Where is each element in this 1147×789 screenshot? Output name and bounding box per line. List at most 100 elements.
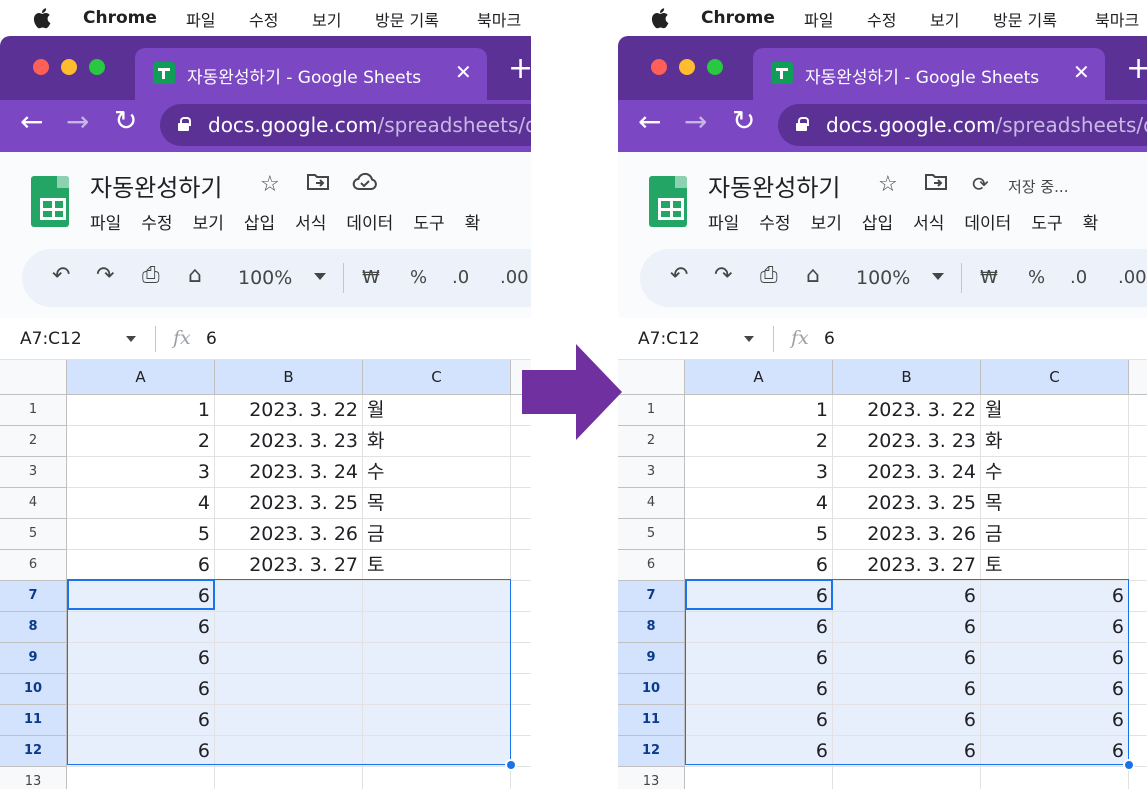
grid-cell[interactable]: 1 [685,395,833,426]
grid-cell[interactable] [511,612,531,643]
reload-icon[interactable]: ↻ [114,107,137,135]
grid-cell[interactable] [511,519,531,550]
select-all-corner[interactable] [618,360,685,395]
grid-cell[interactable]: 6 [981,612,1129,643]
grid-cell[interactable] [215,736,363,767]
sheets-logo-icon[interactable] [649,176,687,227]
grid-cell[interactable]: 6 [67,581,215,612]
grid-cell[interactable]: 6 [685,736,833,767]
window-minimize-button[interactable] [679,59,695,75]
paint-format-icon[interactable]: ⌂ [188,265,202,287]
grid-cell[interactable]: 2023. 3. 22 [833,395,981,426]
new-tab-icon[interactable]: + [508,54,531,84]
row-header[interactable]: 4 [618,488,685,519]
undo-icon[interactable]: ↶ [670,265,688,287]
grid-cell[interactable] [511,705,531,736]
sheets-menu-item[interactable]: 서식 [913,209,944,234]
menubar-item[interactable]: 북마크 [477,7,521,31]
menubar-item[interactable]: 파일 [804,7,833,31]
row-header[interactable]: 10 [618,674,685,705]
increase-decimal-button[interactable]: .00 [1118,267,1147,288]
apple-icon[interactable] [651,7,669,29]
grid-cell[interactable]: 6 [685,612,833,643]
row-header[interactable]: 2 [0,426,67,457]
grid-cell[interactable] [833,767,981,789]
grid-cell[interactable] [511,643,531,674]
window-close-button[interactable] [651,59,667,75]
document-title[interactable]: 자동완성하기 [708,168,840,203]
forward-arrow-icon[interactable]: → [684,108,707,136]
row-header[interactable]: 11 [618,705,685,736]
name-box-dropdown-icon[interactable] [126,336,136,342]
row-header[interactable]: 13 [618,767,685,789]
menubar-item[interactable]: 파일 [186,7,215,31]
grid-cell[interactable]: 6 [685,705,833,736]
grid-cell[interactable] [511,488,531,519]
decrease-decimal-button[interactable]: .0 [1070,267,1087,288]
row-header[interactable]: 1 [618,395,685,426]
grid-cell[interactable] [511,581,531,612]
row-header[interactable]: 8 [0,612,67,643]
column-header[interactable]: B [215,360,363,395]
sheets-menu-item[interactable]: 수정 [141,209,172,234]
grid-cell[interactable]: 6 [67,550,215,581]
zoom-select[interactable]: 100% [238,267,292,289]
menubar-item[interactable]: 보기 [930,7,959,31]
grid-cell[interactable] [1129,550,1147,581]
new-tab-icon[interactable]: + [1126,54,1147,84]
grid-cell[interactable]: 목 [363,488,511,519]
grid-cell[interactable]: 4 [67,488,215,519]
grid-cell[interactable] [215,581,363,612]
name-box-dropdown-icon[interactable] [744,336,754,342]
row-header[interactable]: 3 [0,457,67,488]
grid-cell[interactable] [363,612,511,643]
grid-cell[interactable]: 6 [981,705,1129,736]
grid-cell[interactable] [215,612,363,643]
grid-cell[interactable]: 6 [67,612,215,643]
sheets-menu-item[interactable]: 데이터 [346,209,393,234]
window-zoom-button[interactable] [89,59,105,75]
grid-cell[interactable]: 6 [833,736,981,767]
browser-tab[interactable]: 자동완성하기 - Google Sheets ✕ [753,48,1105,100]
grid-cell[interactable]: 2023. 3. 26 [215,519,363,550]
sheets-menu-item[interactable]: 삽입 [244,209,275,234]
grid-cell[interactable] [685,767,833,789]
grid-cell[interactable] [363,767,511,789]
row-header[interactable]: 2 [618,426,685,457]
row-header[interactable]: 12 [618,736,685,767]
currency-format-button[interactable]: ₩ [980,267,998,288]
row-header[interactable]: 6 [0,550,67,581]
grid-cell[interactable] [511,550,531,581]
grid-cell[interactable]: 6 [833,674,981,705]
formula-input[interactable]: 6 [824,329,835,349]
browser-tab[interactable]: 자동완성하기 - Google Sheets ✕ [135,48,487,100]
grid-cell[interactable] [363,674,511,705]
grid-cell[interactable]: 6 [833,581,981,612]
grid-cell[interactable]: 2023. 3. 23 [833,426,981,457]
row-header[interactable]: 11 [0,705,67,736]
row-header[interactable]: 1 [0,395,67,426]
grid-cell[interactable] [363,643,511,674]
column-header[interactable]: B [833,360,981,395]
row-header[interactable]: 9 [618,643,685,674]
grid-cell[interactable] [1129,612,1147,643]
grid-cell[interactable]: 6 [685,550,833,581]
grid-cell[interactable]: 4 [685,488,833,519]
grid-cell[interactable]: 화 [363,426,511,457]
grid-cell[interactable]: 2023. 3. 22 [215,395,363,426]
grid-cell[interactable] [1129,705,1147,736]
grid-cell[interactable]: 목 [981,488,1129,519]
grid-cell[interactable]: 6 [685,643,833,674]
grid-cell[interactable]: 2023. 3. 25 [215,488,363,519]
grid-cell[interactable] [511,457,531,488]
grid-cell[interactable]: 수 [363,457,511,488]
window-zoom-button[interactable] [707,59,723,75]
grid-cell[interactable]: 6 [981,674,1129,705]
sheets-menu-item[interactable]: 확 [1083,209,1099,234]
grid-cell[interactable]: 6 [67,643,215,674]
column-header[interactable]: C [363,360,511,395]
tab-close-icon[interactable]: ✕ [1073,60,1090,84]
grid-cell[interactable] [215,643,363,674]
sheets-menu-item[interactable]: 데이터 [964,209,1011,234]
grid-cell[interactable]: 2023. 3. 27 [215,550,363,581]
